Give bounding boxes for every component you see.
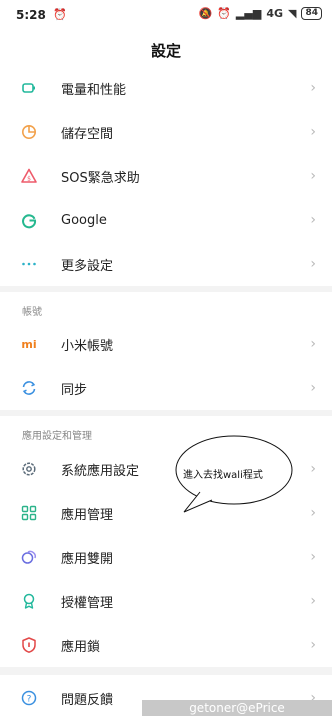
alarm-icon: ⏰ [53,8,67,21]
status-time: 5:28 [16,8,46,22]
battery-indicator: 84 [301,7,322,20]
list-item-label: 電量和性能 [61,82,127,98]
svg-text:?: ? [27,695,32,705]
chevron-right-icon: › [310,80,316,96]
list-item-label: 授權管理 [61,595,114,611]
list-item-label: 問題反饋 [61,692,114,708]
section-divider [0,410,332,416]
section-divider [0,667,332,675]
list-item-more-settings[interactable]: 更多設定 › [0,242,332,286]
battery-icon [20,79,38,97]
section-header-app-settings: 應用設定和管理 [22,431,92,442]
chevron-right-icon: › [310,593,316,609]
section-header-accounts: 帳號 [22,307,42,318]
status-icons: 🔕 ⏰ ▂▄▆ 4G ◥ 84 [199,7,322,20]
chevron-right-icon: › [310,256,316,272]
list-item-label: 小米帳號 [61,338,114,354]
question-icon: ? [20,689,38,707]
chevron-right-icon: › [310,637,316,653]
wifi-icon: ◥ [288,7,297,20]
section-divider [0,286,332,292]
list-item-mi-account[interactable]: mi 小米帳號 › [0,322,332,367]
list-item-label: 系統應用設定 [61,463,140,479]
gear-icon [20,460,38,478]
chevron-right-icon: › [310,212,316,228]
list-item-google[interactable]: Google › [0,198,332,243]
list-item-app-lock[interactable]: 應用鎖 › [0,623,332,667]
sos-warning-icon: $ [20,167,38,185]
svg-text:$: $ [27,176,31,183]
chevron-right-icon: › [310,461,316,477]
list-item-label: 應用鎖 [61,639,101,655]
list-item-label: 同步 [61,382,88,398]
alarm-status-icon: ⏰ [217,7,231,20]
badge-icon [20,592,38,610]
google-icon [20,211,38,229]
list-item-label: 應用管理 [61,507,114,523]
chevron-right-icon: › [310,124,316,140]
chevron-right-icon: › [310,380,316,396]
list-item-dual-apps[interactable]: 應用雙開 › [0,535,332,580]
sync-icon [20,379,38,397]
list-item-label: 儲存空間 [61,126,114,142]
list-item-label: SOS緊急求助 [61,170,140,186]
list-item-sync[interactable]: 同步 › [0,366,332,410]
list-item-label: 應用雙開 [61,551,114,567]
list-item-storage[interactable]: 儲存空間 › [0,110,332,155]
list-item-label: 更多設定 [61,258,114,274]
chevron-right-icon: › [310,505,316,521]
list-item-permissions[interactable]: 授權管理 › [0,579,332,624]
chevron-right-icon: › [310,336,316,352]
network-type: 4G [266,7,283,20]
chevron-right-icon: › [310,549,316,565]
status-bar: 5:28 ⏰ 🔕 ⏰ ▂▄▆ 4G ◥ 84 [0,0,332,32]
chevron-right-icon: › [310,168,316,184]
list-item-sos[interactable]: $ SOS緊急求助 › [0,154,332,199]
list-item-label: Google [61,212,107,228]
more-dots-icon [20,255,38,273]
list-item-battery-performance[interactable]: 電量和性能 › [0,66,332,111]
grid-apps-icon [20,504,38,522]
storage-pie-icon [20,123,38,141]
dual-apps-icon [20,548,38,566]
shield-lock-icon [20,636,38,654]
annotation-text: 進入去找wali程式 [183,470,263,481]
mi-logo-icon: mi [21,337,37,351]
mute-icon: 🔕 [198,7,213,20]
page-title: 設定 [150,42,181,60]
watermark: getoner@ePrice [142,700,332,716]
signal-icon: ▂▄▆ [235,7,262,20]
